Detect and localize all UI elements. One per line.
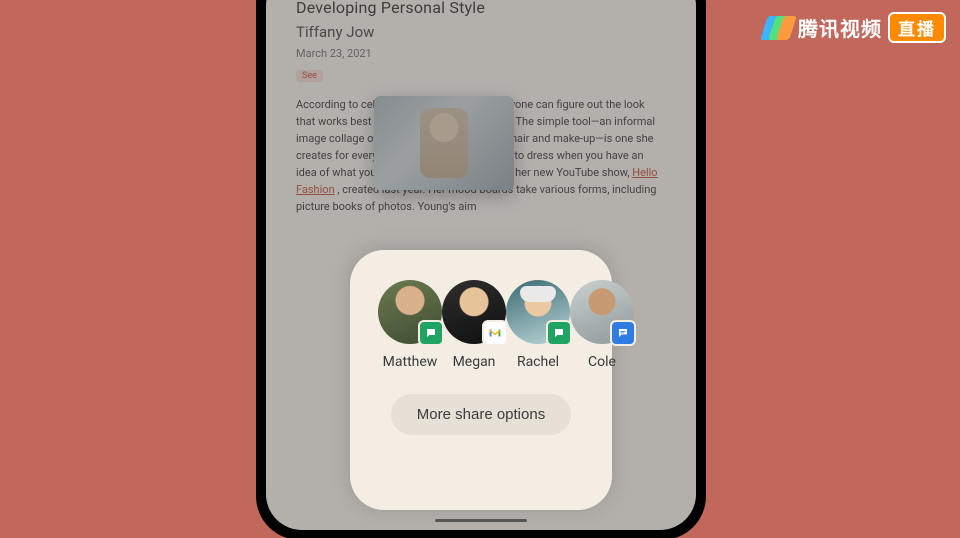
avatar bbox=[378, 280, 442, 344]
home-indicator[interactable] bbox=[435, 519, 527, 522]
video-frame: ome bumper ach to e time, al with he s I… bbox=[0, 0, 960, 538]
phone-frame: ome bumper ach to e time, al with he s I… bbox=[256, 0, 706, 538]
phone-screen: ome bumper ach to e time, al with he s I… bbox=[266, 0, 696, 530]
chat-app-icon bbox=[418, 320, 444, 346]
watermark: 腾讯视频 直播 bbox=[764, 12, 946, 43]
avatar bbox=[570, 280, 634, 344]
contact-name: Cole bbox=[588, 354, 616, 370]
contact-name: Rachel bbox=[517, 354, 559, 370]
chat-app-icon bbox=[546, 320, 572, 346]
contact-name: Megan bbox=[453, 354, 496, 370]
messages-app-icon bbox=[610, 320, 636, 346]
watermark-text: 腾讯视频 bbox=[798, 13, 882, 42]
more-share-options-button[interactable]: More share options bbox=[391, 394, 571, 435]
share-contact-megan[interactable]: Megan bbox=[442, 280, 506, 370]
contact-name: Matthew bbox=[383, 354, 438, 370]
share-contact-rachel[interactable]: Rachel bbox=[506, 280, 570, 370]
tencent-video-logo-icon bbox=[764, 16, 792, 40]
avatar bbox=[442, 280, 506, 344]
share-contact-cole[interactable]: Cole bbox=[570, 280, 634, 370]
live-badge: 直播 bbox=[888, 12, 946, 43]
share-contact-matthew[interactable]: Matthew bbox=[378, 280, 442, 370]
gmail-app-icon bbox=[482, 320, 508, 346]
share-contacts-row: Matthew Megan bbox=[372, 280, 590, 370]
avatar bbox=[506, 280, 570, 344]
share-sheet: Matthew Megan bbox=[350, 250, 612, 510]
